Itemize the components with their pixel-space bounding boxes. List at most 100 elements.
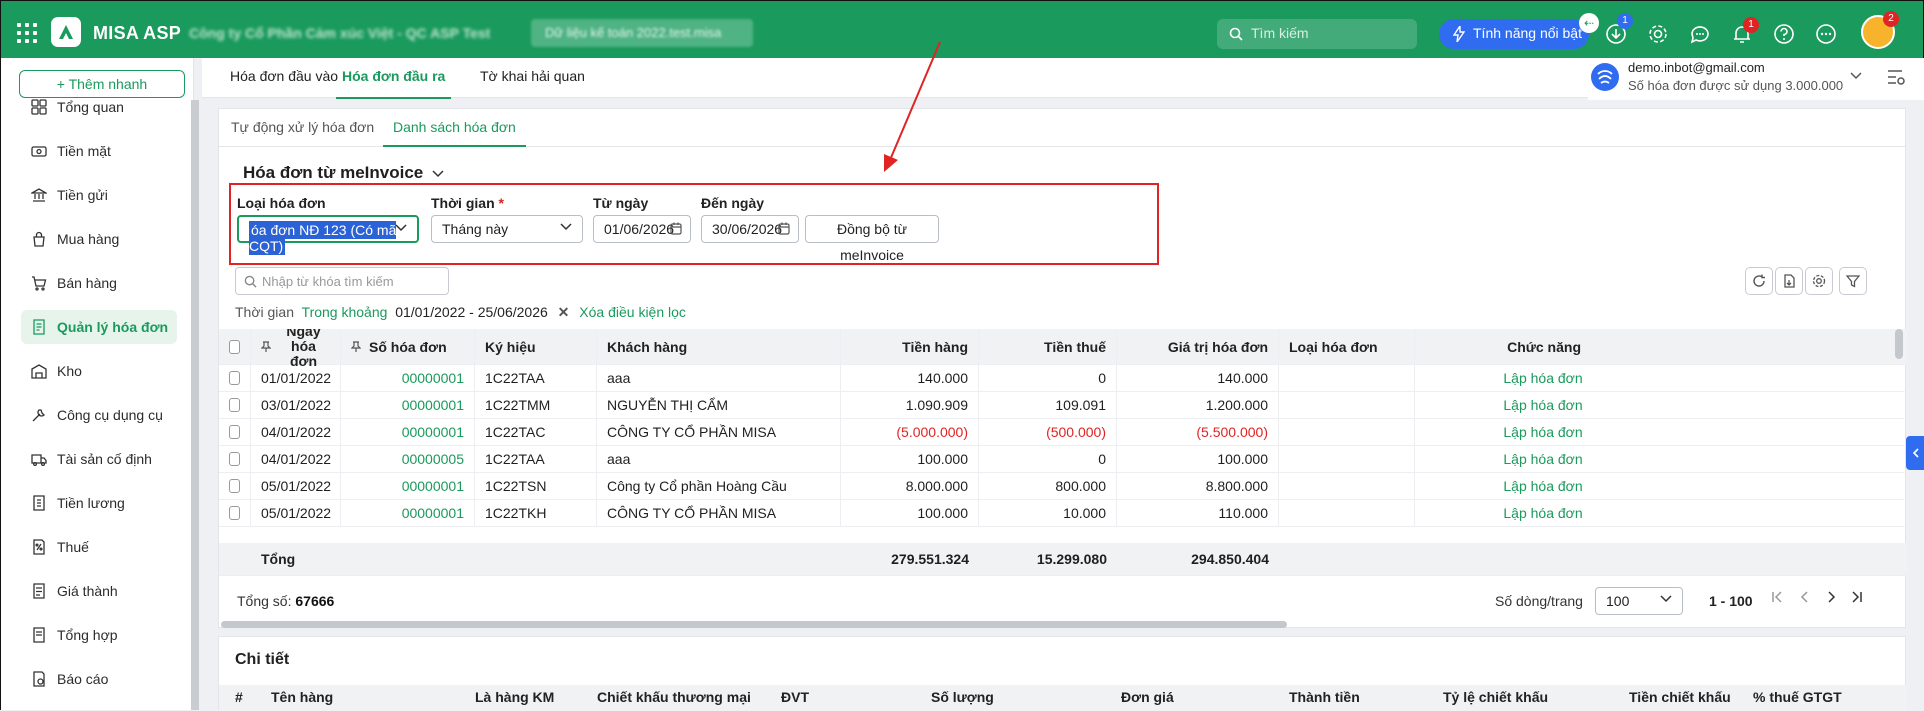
tab-output-invoices[interactable]: Hóa đơn đầu ra <box>335 68 452 99</box>
header-customer[interactable]: Khách hàng <box>597 329 841 364</box>
sidebar-item-4[interactable]: Mua hàng <box>21 222 177 256</box>
column-settings-icon[interactable] <box>1886 68 1906 86</box>
first-page-icon[interactable] <box>1771 591 1783 603</box>
header-number[interactable]: Số hóa đơn <box>341 329 475 364</box>
header-goods[interactable]: Tiền hàng <box>841 329 979 364</box>
calendar-icon[interactable] <box>670 222 682 235</box>
row-checkbox[interactable] <box>219 365 251 391</box>
user-account[interactable]: demo.inbot@gmail.com Số hóa đơn được sử … <box>1588 58 1924 100</box>
gear-icon[interactable] <box>1805 267 1833 295</box>
cell-action[interactable]: Lập hóa đơn <box>1415 500 1591 526</box>
sidebar-item-8[interactable]: Công cụ dụng cụ <box>21 398 177 432</box>
back-arrow-icon[interactable]: ⇠ <box>1579 13 1599 33</box>
tab-auto-process[interactable]: Tự động xử lý hóa đơn <box>231 119 374 135</box>
sidebar-item-11[interactable]: Thuế <box>21 530 177 564</box>
filter-icon[interactable] <box>1839 267 1867 295</box>
sidebar-item-label: Tiền gửi <box>57 187 108 203</box>
table-horizontal-scrollbar[interactable] <box>221 621 1287 628</box>
table-row[interactable]: 04/01/2022 00000005 1C22TAA aaa 100.000 0 100.… <box>219 446 1907 473</box>
table-vertical-scrollbar[interactable] <box>1895 329 1903 359</box>
cell-action[interactable]: Lập hóa đơn <box>1415 365 1591 391</box>
more-icon[interactable] <box>1813 21 1839 47</box>
header-tax[interactable]: Tiền thuế <box>979 329 1117 364</box>
table-total-row: Tổng 279.551.324 15.299.080 294.850.404 <box>219 543 1907 576</box>
pin-icon[interactable] <box>261 340 271 353</box>
row-checkbox[interactable] <box>219 473 251 499</box>
bell-icon[interactable]: 1 <box>1729 17 1759 47</box>
table-row[interactable]: 05/01/2022 00000001 1C22TKH CÔNG TY CỔ PHẦN… <box>219 500 1907 527</box>
to-date-input[interactable]: 30/06/2026 <box>701 215 799 243</box>
sidebar-item-1[interactable]: Tổng quan <box>21 90 177 124</box>
chat-icon[interactable] <box>1687 21 1713 47</box>
download-icon[interactable]: 1 <box>1603 13 1633 47</box>
sidebar-item-6[interactable]: Quản lý hóa đơn <box>21 310 177 344</box>
last-page-icon[interactable] <box>1851 591 1863 603</box>
cell-goods: 140.000 <box>841 365 979 391</box>
refresh-icon[interactable] <box>1745 267 1773 295</box>
side-panel-toggle[interactable] <box>1906 436 1924 470</box>
cell-number[interactable]: 00000001 <box>341 365 475 391</box>
apps-grid-icon[interactable] <box>17 23 37 43</box>
calendar-icon[interactable] <box>778 222 790 235</box>
header-date[interactable]: Ngày hóa đơn <box>251 329 341 369</box>
export-icon[interactable] <box>1775 267 1803 295</box>
header-action[interactable]: Chức năng <box>1415 329 1591 364</box>
header-total[interactable]: Giá trị hóa đơn <box>1117 329 1279 364</box>
company-name[interactable]: Công ty Cổ Phần Cảm xúc Việt - QC ASP Te… <box>189 25 490 41</box>
avatar[interactable]: 2 <box>1861 11 1899 49</box>
header-symbol[interactable]: Ký hiệu <box>475 329 597 364</box>
keyword-search-input[interactable]: Nhập từ khóa tìm kiếm <box>235 267 449 295</box>
database-selector[interactable]: Dữ liệu kế toán 2022.test.misa <box>531 19 753 47</box>
pin-icon[interactable] <box>351 340 361 353</box>
from-date-input[interactable]: 01/06/2026 <box>593 215 691 243</box>
sidebar-scrollbar[interactable] <box>191 100 199 710</box>
sidebar-item-13[interactable]: Tổng hợp <box>21 618 177 652</box>
sidebar-item-9[interactable]: Tài sản cố định <box>21 442 177 476</box>
cell-number[interactable]: 00000001 <box>341 392 475 418</box>
table-row[interactable]: 01/01/2022 00000001 1C22TAA aaa 140.000 0 140.… <box>219 365 1907 392</box>
sidebar-item-10[interactable]: Tiền lương <box>21 486 177 520</box>
global-search[interactable]: Tìm kiếm <box>1217 19 1417 49</box>
sidebar-item-3[interactable]: Tiền gửi <box>21 178 177 212</box>
cell-action[interactable]: Lập hóa đơn <box>1415 392 1591 418</box>
row-checkbox[interactable] <box>219 500 251 526</box>
clear-filters-link[interactable]: Xóa điều kiện lọc <box>579 304 686 320</box>
cell-number[interactable]: 00000005 <box>341 446 475 472</box>
tab-customs-declaration[interactable]: Tờ khai hải quan <box>480 68 585 84</box>
sidebar-item-5[interactable]: Bán hàng <box>21 266 177 300</box>
cart-icon <box>32 276 47 291</box>
tab-invoice-list[interactable]: Danh sách hóa đơn <box>383 119 526 147</box>
period-select[interactable]: Tháng này <box>431 215 583 243</box>
table-row[interactable]: 05/01/2022 00000001 1C22TSN Công ty Cổ phần… <box>219 473 1907 500</box>
prev-page-icon[interactable] <box>1799 591 1811 603</box>
select-all-checkbox[interactable] <box>219 329 251 364</box>
cell-action[interactable]: Lập hóa đơn <box>1415 446 1591 472</box>
remove-chip-icon[interactable]: ✕ <box>558 304 570 320</box>
sync-meinvoice-button[interactable]: Đồng bộ từ meInvoice <box>805 215 939 263</box>
cell-number[interactable]: 00000001 <box>341 473 475 499</box>
section-title[interactable]: Hóa đơn từ meInvoice <box>243 163 444 183</box>
tab-input-invoices[interactable]: Hóa đơn đầu vào <box>230 68 338 84</box>
row-checkbox[interactable] <box>219 446 251 472</box>
sidebar-item-12[interactable]: Giá thành <box>21 574 177 608</box>
sidebar-item-14[interactable]: Báo cáo <box>21 662 177 696</box>
help-icon[interactable] <box>1771 21 1797 47</box>
table-row[interactable]: 04/01/2022 00000001 1C22TAC CÔNG TY CỔ PHẦN… <box>219 419 1907 446</box>
chevron-down-icon[interactable] <box>1850 72 1862 80</box>
row-checkbox[interactable] <box>219 392 251 418</box>
next-page-icon[interactable] <box>1825 591 1837 603</box>
sidebar-item-2[interactable]: Tiền mặt <box>21 134 177 168</box>
cell-number[interactable]: 00000001 <box>341 500 475 526</box>
header-type[interactable]: Loại hóa đơn <box>1279 329 1415 364</box>
page-size-select[interactable]: 100 <box>1595 587 1683 615</box>
cell-action[interactable]: Lập hóa đơn <box>1415 419 1591 445</box>
sidebar-item-7[interactable]: Kho <box>21 354 177 388</box>
cell-action[interactable]: Lập hóa đơn <box>1415 473 1591 499</box>
settings-icon[interactable] <box>1645 21 1671 47</box>
user-account-icon <box>1591 63 1619 91</box>
row-checkbox[interactable] <box>219 419 251 445</box>
cell-number[interactable]: 00000001 <box>341 419 475 445</box>
invoice-type-select[interactable]: óa đơn NĐ 123 (Có mã CQT) <box>237 215 419 255</box>
table-row[interactable]: 03/01/2022 00000001 1C22TMM NGUYỄN THỊ CẨM 1… <box>219 392 1907 419</box>
featured-button[interactable]: Tính năng nổi bật <box>1439 19 1589 49</box>
